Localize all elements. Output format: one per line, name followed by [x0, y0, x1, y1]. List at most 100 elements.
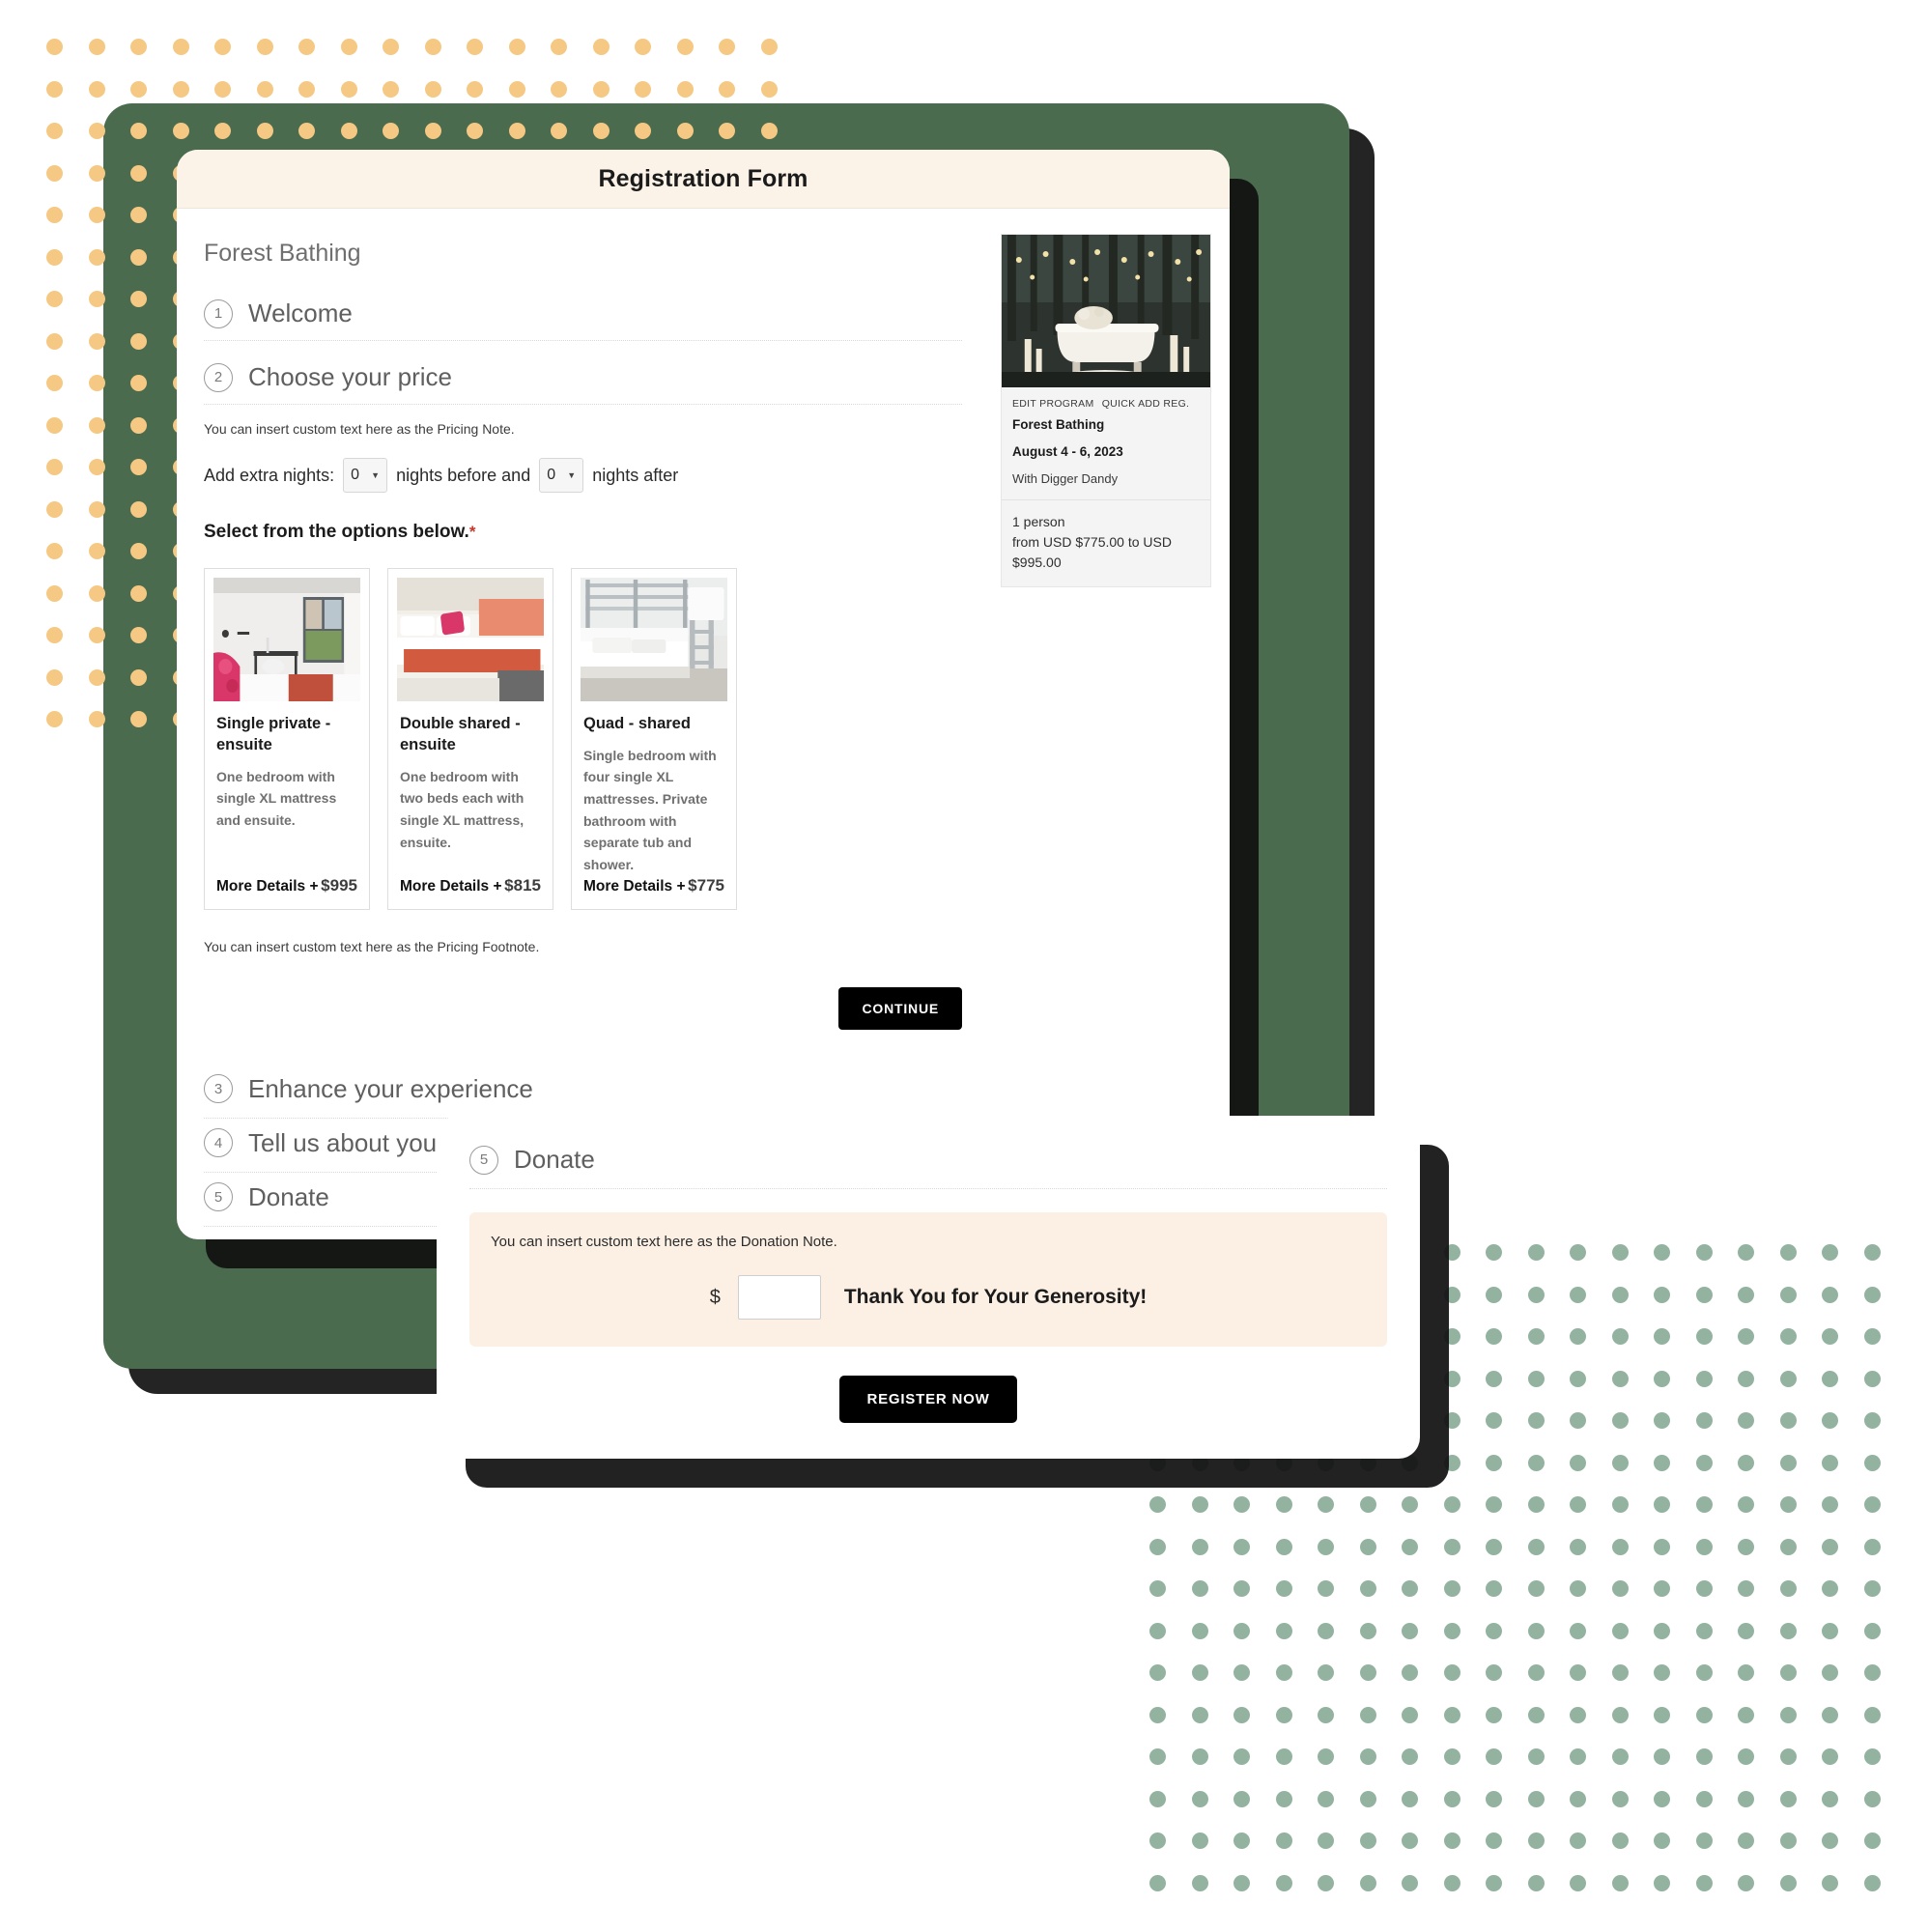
decorative-dot	[1738, 1286, 1754, 1303]
decorative-dot	[719, 80, 735, 98]
decorative-dot	[1191, 1790, 1208, 1807]
decorative-dot	[1359, 1622, 1376, 1639]
decorative-dot	[130, 80, 147, 98]
decorative-dot	[1695, 1244, 1713, 1261]
donation-amount-input[interactable]	[737, 1275, 821, 1320]
more-details-button[interactable]: More Details +	[400, 878, 502, 895]
step-enhance-your-experience[interactable]: 3 Enhance your experience	[204, 1065, 962, 1119]
decorative-dot	[1779, 1496, 1797, 1513]
decorative-dot	[1822, 1454, 1838, 1471]
decorative-dot	[1275, 1622, 1292, 1639]
decorative-dot	[88, 459, 105, 475]
decorative-dot	[1779, 1286, 1797, 1303]
decorative-dot	[1443, 1580, 1460, 1597]
decorative-dot	[1822, 1496, 1838, 1513]
required-asterisk: *	[468, 523, 476, 541]
summary-dates: August 4 - 6, 2023	[1012, 444, 1123, 459]
nights-after-select[interactable]: 0 ▼	[539, 458, 584, 493]
option-card[interactable]: Double shared - ensuite One bedroom with…	[387, 568, 553, 910]
decorative-dot	[1233, 1790, 1250, 1807]
donate-step-header[interactable]: 5 Donate	[469, 1139, 1387, 1189]
decorative-dot	[1654, 1496, 1670, 1513]
decorative-dot	[1570, 1454, 1586, 1471]
decorative-dot	[1738, 1370, 1754, 1387]
nights-before-select[interactable]: 0 ▼	[343, 458, 388, 493]
decorative-dot	[88, 543, 105, 559]
more-details-button[interactable]: More Details +	[583, 878, 686, 895]
decorative-dot	[340, 80, 357, 98]
decorative-dot	[88, 500, 105, 518]
decorative-dot	[1738, 1328, 1754, 1345]
option-card[interactable]: Single private - ensuite One bedroom wit…	[204, 568, 370, 910]
option-footer: More Details + $995	[213, 876, 360, 909]
decorative-dot	[214, 39, 231, 55]
decorative-dot	[1191, 1874, 1208, 1891]
summary-action-links: EDIT PROGRAM QUICK ADD REG.	[1012, 398, 1200, 410]
donate-panel: 5 Donate You can insert custom text here…	[437, 1116, 1420, 1459]
decorative-dot	[1611, 1370, 1629, 1387]
decorative-dot	[1822, 1328, 1838, 1345]
summary-persons: 1 person	[1012, 514, 1065, 529]
decorative-dot	[1359, 1706, 1376, 1723]
decorative-dot	[88, 375, 105, 391]
step-label: Donate	[248, 1181, 329, 1211]
decorative-dot	[424, 80, 441, 98]
side-column: EDIT PROGRAM QUICK ADD REG. Forest Bathi…	[1001, 234, 1211, 1227]
decorative-dot	[1191, 1833, 1208, 1849]
decorative-dot	[592, 80, 610, 98]
decorative-dot	[1695, 1622, 1713, 1639]
option-price: $815	[504, 875, 541, 895]
decorative-dot	[1233, 1706, 1250, 1723]
step-label: Enhance your experience	[248, 1073, 533, 1103]
decorative-dot	[1486, 1244, 1502, 1261]
form-column: Forest Bathing 1 Welcome 2 Choose your p…	[204, 234, 962, 1227]
pricing-footnote: You can insert custom text here as the P…	[204, 938, 540, 954]
more-details-button[interactable]: More Details +	[216, 878, 319, 895]
decorative-dot	[1695, 1874, 1713, 1891]
decorative-dot	[1191, 1706, 1208, 1723]
decorative-dot	[1443, 1286, 1460, 1303]
step-choose-your-price[interactable]: 2 Choose your price	[204, 356, 962, 405]
decorative-dot	[1611, 1664, 1629, 1681]
decorative-dot	[1738, 1244, 1754, 1261]
decorative-dot	[1611, 1244, 1629, 1261]
nights-before-label: nights before and	[396, 465, 531, 485]
decorative-dot	[1863, 1412, 1881, 1429]
decorative-dot	[88, 80, 105, 98]
decorative-dot	[1654, 1748, 1670, 1765]
option-description: One bedroom with two beds each with sing…	[400, 768, 525, 850]
quad-shared-bunkbed-photo	[581, 578, 727, 701]
decorative-dot	[1191, 1664, 1208, 1681]
continue-button[interactable]: CONTINUE	[838, 986, 962, 1030]
decorative-dot	[46, 627, 63, 643]
decorative-dot	[1527, 1454, 1545, 1471]
summary-host: With Digger Dandy	[1012, 471, 1119, 486]
step-welcome[interactable]: 1 Welcome	[204, 293, 962, 341]
decorative-dot	[340, 39, 357, 55]
donation-box: You can insert custom text here as the D…	[469, 1212, 1387, 1347]
decorative-dot	[1191, 1538, 1208, 1555]
decorative-dot	[760, 39, 778, 55]
decorative-dot	[46, 500, 63, 518]
register-now-button[interactable]: REGISTER NOW	[839, 1376, 1017, 1423]
decorative-dot	[1443, 1790, 1460, 1807]
decorative-dot	[1527, 1244, 1545, 1261]
decorative-dot	[1738, 1706, 1754, 1723]
decorative-dot	[1486, 1412, 1502, 1429]
decorative-dot	[1738, 1874, 1754, 1891]
decorative-dot	[1779, 1580, 1797, 1597]
decorative-dot	[1654, 1874, 1670, 1891]
decorative-dot	[1149, 1833, 1166, 1849]
decorative-dot	[1570, 1370, 1586, 1387]
decorative-dot	[1611, 1412, 1629, 1429]
option-card[interactable]: Quad - shared Single bedroom with four s…	[571, 568, 737, 910]
decorative-dot	[1654, 1706, 1670, 1723]
decorative-dot	[508, 80, 525, 98]
decorative-dot	[1359, 1496, 1376, 1513]
edit-program-link[interactable]: EDIT PROGRAM	[1012, 398, 1094, 410]
decorative-dot	[1863, 1538, 1881, 1555]
decorative-dot	[1486, 1580, 1502, 1597]
decorative-dot	[1570, 1328, 1586, 1345]
quick-add-reg-link[interactable]: QUICK ADD REG.	[1102, 398, 1190, 410]
decorative-dot	[1275, 1538, 1292, 1555]
